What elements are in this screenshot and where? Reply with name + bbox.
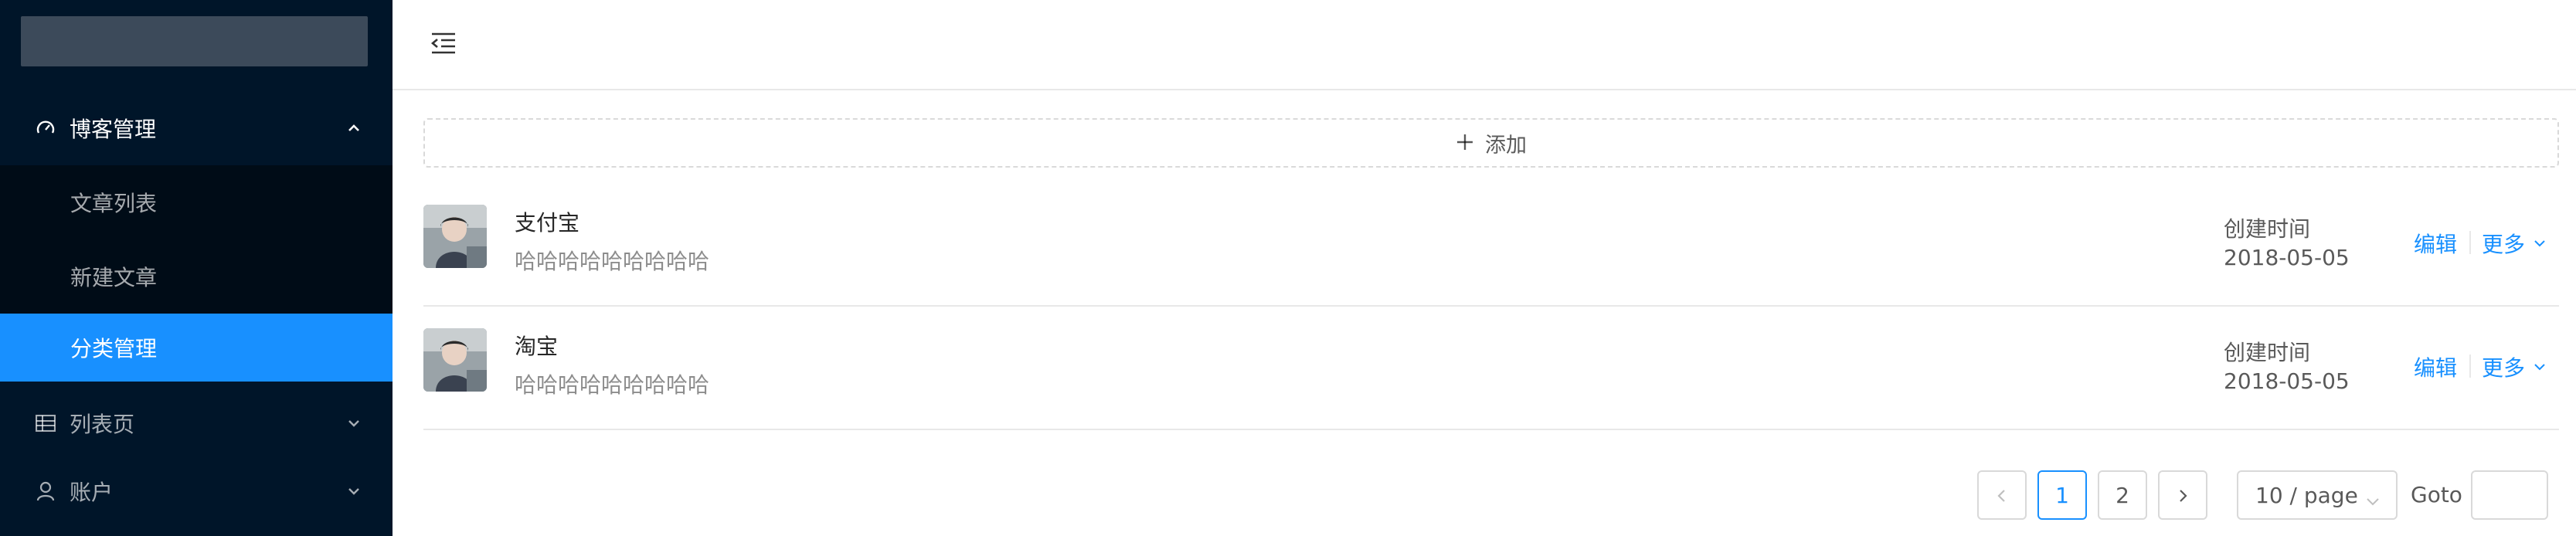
content-card: 添加 支付宝 哈哈哈哈哈哈哈哈哈 创建时间 2018-05-05 编辑 更多 淘… <box>393 90 2576 536</box>
page-size-select[interactable]: 10 / page <box>2237 470 2398 520</box>
sidebar: 博客管理 文章列表 新建文章 分类管理 列表页 账户 <box>0 0 393 536</box>
action-divider <box>2469 231 2471 254</box>
menu-item-label: 新建文章 <box>70 265 158 290</box>
dashboard-icon <box>34 117 57 140</box>
chevron-down-icon <box>2533 236 2547 250</box>
list-item: 支付宝 哈哈哈哈哈哈哈哈哈 创建时间 2018-05-05 编辑 更多 <box>423 183 2559 307</box>
plus-icon <box>1456 130 1474 156</box>
menu-label: 账户 <box>70 480 114 505</box>
created-time-value: 2018-05-05 <box>2224 245 2350 270</box>
menu-list-page[interactable]: 列表页 <box>0 386 393 460</box>
chevron-left-icon <box>1996 483 2008 508</box>
created-time-label: 创建时间 <box>2224 216 2311 242</box>
user-icon <box>34 480 57 503</box>
menu-item-new-article[interactable]: 新建文章 <box>0 239 393 314</box>
table-icon <box>34 412 57 435</box>
more-dropdown[interactable]: 更多 <box>2482 228 2547 259</box>
more-label: 更多 <box>2482 355 2526 381</box>
item-description: 哈哈哈哈哈哈哈哈哈 <box>515 372 710 398</box>
menu-item-category-management[interactable]: 分类管理 <box>0 314 393 382</box>
chevron-down-icon <box>2533 360 2547 374</box>
logo-placeholder <box>21 16 368 66</box>
pagination-page-1[interactable]: 1 <box>2037 470 2087 520</box>
pagination-next-button[interactable] <box>2158 470 2207 520</box>
more-label: 更多 <box>2482 232 2526 257</box>
chevron-down-icon <box>343 480 365 502</box>
chevron-down-icon <box>2365 489 2381 506</box>
item-description: 哈哈哈哈哈哈哈哈哈 <box>515 249 710 274</box>
avatar <box>423 328 487 392</box>
menu-fold-icon[interactable] <box>427 28 460 59</box>
edit-link[interactable]: 编辑 <box>2414 228 2457 259</box>
chevron-right-icon <box>2177 483 2189 508</box>
chevron-up-icon <box>343 117 365 139</box>
more-dropdown[interactable]: 更多 <box>2482 351 2547 382</box>
action-divider <box>2469 355 2471 378</box>
chevron-down-icon <box>343 412 365 434</box>
item-title: 支付宝 <box>515 210 580 236</box>
menu-label: 博客管理 <box>70 117 157 142</box>
menu-account[interactable]: 账户 <box>0 454 393 528</box>
menu-item-label: 文章列表 <box>70 191 158 216</box>
add-button-label: 添加 <box>1485 133 1527 158</box>
avatar <box>423 205 487 268</box>
pagination-prev-button[interactable] <box>1977 470 2027 520</box>
top-header <box>393 0 2576 90</box>
created-time-label: 创建时间 <box>2224 340 2311 365</box>
list-item: 淘宝 哈哈哈哈哈哈哈哈哈 创建时间 2018-05-05 编辑 更多 <box>423 307 2559 430</box>
page-size-value: 10 / page <box>2255 482 2358 508</box>
goto-label: Goto <box>2411 482 2462 507</box>
add-button[interactable]: 添加 <box>423 118 2559 168</box>
created-time-value: 2018-05-05 <box>2224 368 2350 394</box>
goto-input[interactable] <box>2471 470 2548 520</box>
edit-link[interactable]: 编辑 <box>2414 351 2457 382</box>
menu-item-article-list[interactable]: 文章列表 <box>0 165 393 239</box>
menu-blog-management[interactable]: 博客管理 <box>0 91 393 165</box>
pagination-page-2[interactable]: 2 <box>2098 470 2147 520</box>
item-title: 淘宝 <box>515 334 559 359</box>
menu-label: 列表页 <box>70 412 135 437</box>
menu-item-label: 分类管理 <box>70 336 158 361</box>
